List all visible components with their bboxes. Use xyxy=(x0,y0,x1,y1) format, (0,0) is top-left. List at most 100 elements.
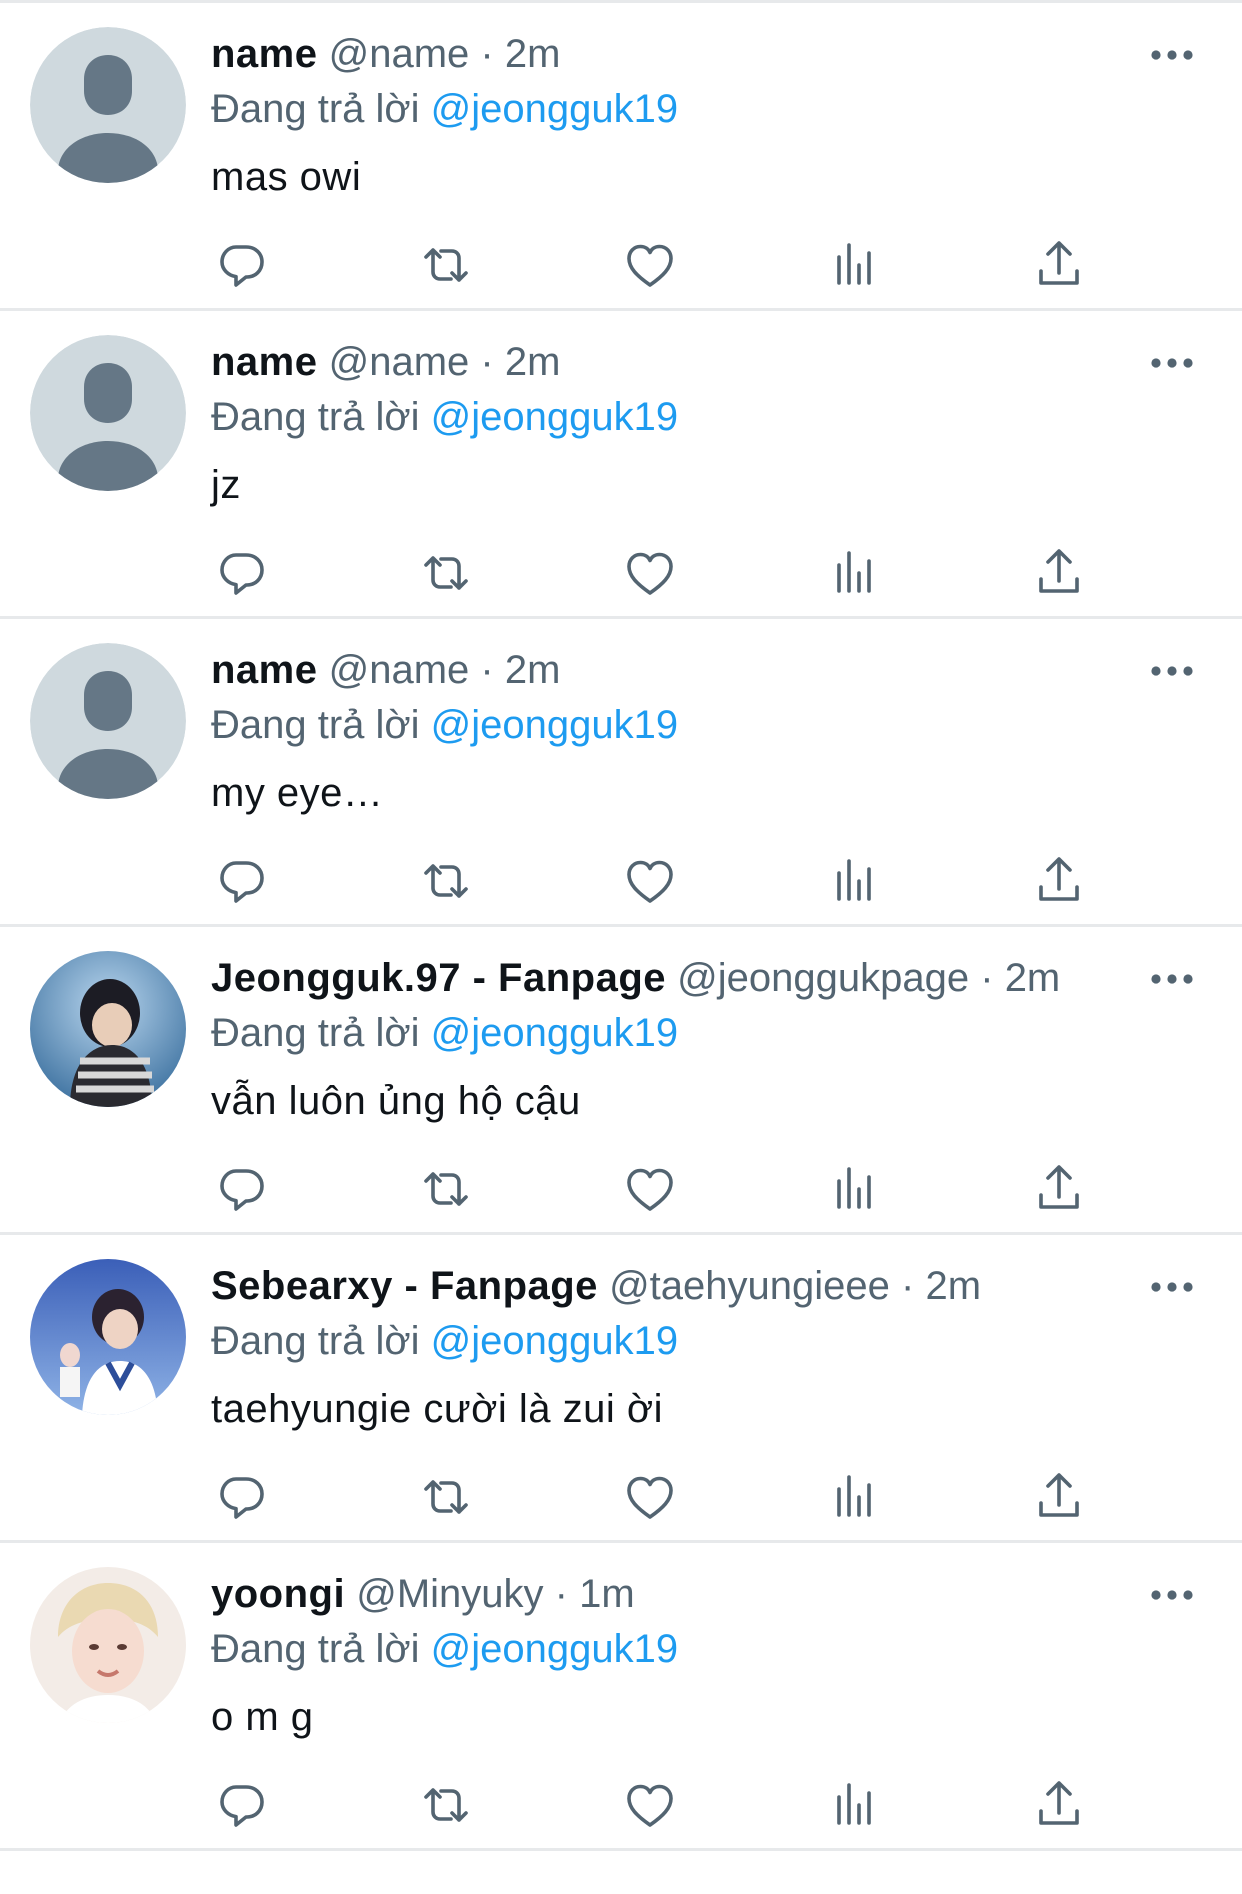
tweet[interactable]: name @name · 2m Đang trả lời @jeongguk19… xyxy=(0,311,1242,619)
avatar[interactable] xyxy=(30,951,186,1107)
heart-icon[interactable] xyxy=(620,1775,680,1835)
separator: · xyxy=(901,1264,915,1308)
reply-icon[interactable] xyxy=(211,1159,271,1219)
views-icon[interactable] xyxy=(825,1775,885,1835)
more-icon[interactable] xyxy=(1142,1267,1202,1307)
tweet[interactable]: name @name · 2m Đang trả lời @jeongguk19… xyxy=(0,3,1242,311)
replying-to-label: Đang trả lời xyxy=(211,395,420,439)
tweet-header: name @name · 2m xyxy=(211,27,1122,81)
mention-link[interactable]: @jeongguk19 xyxy=(431,1627,678,1671)
action-bar xyxy=(211,543,1091,603)
mention-link[interactable]: @jeongguk19 xyxy=(431,1319,678,1363)
replying-to-label: Đang trả lời xyxy=(211,1011,420,1055)
tweet-header: Sebearxy - Fanpage @taehyungieee · 2m xyxy=(211,1259,1122,1313)
share-icon[interactable] xyxy=(1029,235,1089,295)
share-icon[interactable] xyxy=(1029,851,1089,911)
timestamp[interactable]: 2m xyxy=(505,648,561,692)
share-icon[interactable] xyxy=(1029,1159,1089,1219)
retweet-icon[interactable] xyxy=(416,851,476,911)
display-name[interactable]: name xyxy=(211,32,318,76)
handle[interactable]: @name xyxy=(329,32,470,76)
separator: · xyxy=(480,32,494,76)
mention-link[interactable]: @jeongguk19 xyxy=(431,87,678,131)
separator: · xyxy=(480,340,494,384)
heart-icon[interactable] xyxy=(620,1159,680,1219)
action-bar xyxy=(211,1775,1091,1835)
replying-to-label: Đang trả lời xyxy=(211,1319,420,1363)
tweet-text: mas owi xyxy=(211,155,362,199)
more-icon[interactable] xyxy=(1142,343,1202,383)
replying-to: Đang trả lời @jeongguk19 xyxy=(211,1623,678,1675)
views-icon[interactable] xyxy=(825,1467,885,1527)
mention-link[interactable]: @jeongguk19 xyxy=(431,395,678,439)
handle[interactable]: @name xyxy=(329,340,470,384)
avatar[interactable] xyxy=(30,27,186,183)
display-name[interactable]: name xyxy=(211,340,318,384)
retweet-icon[interactable] xyxy=(416,1775,476,1835)
replying-to: Đang trả lời @jeongguk19 xyxy=(211,699,678,751)
timestamp[interactable]: 2m xyxy=(505,32,561,76)
reply-icon[interactable] xyxy=(211,851,271,911)
display-name[interactable]: name xyxy=(211,648,318,692)
reply-icon[interactable] xyxy=(211,1467,271,1527)
views-icon[interactable] xyxy=(825,851,885,911)
separator: · xyxy=(554,1572,568,1616)
handle[interactable]: @jeonggukpage xyxy=(677,956,969,1000)
more-icon[interactable] xyxy=(1142,35,1202,75)
views-icon[interactable] xyxy=(825,543,885,603)
avatar[interactable] xyxy=(30,335,186,491)
handle[interactable]: @taehyungieee xyxy=(609,1264,890,1308)
reply-feed: name @name · 2m Đang trả lời @jeongguk19… xyxy=(0,0,1242,1851)
avatar[interactable] xyxy=(30,1259,186,1415)
avatar[interactable] xyxy=(30,1567,186,1723)
retweet-icon[interactable] xyxy=(416,235,476,295)
retweet-icon[interactable] xyxy=(416,1467,476,1527)
share-icon[interactable] xyxy=(1029,1467,1089,1527)
display-name[interactable]: Jeongguk.97 - Fanpage xyxy=(211,956,666,1000)
share-icon[interactable] xyxy=(1029,543,1089,603)
replying-to-label: Đang trả lời xyxy=(211,703,420,747)
display-name[interactable]: yoongi xyxy=(211,1572,345,1616)
tweet-header: yoongi @Minyuky · 1m xyxy=(211,1567,1122,1621)
avatar[interactable] xyxy=(30,643,186,799)
heart-icon[interactable] xyxy=(620,851,680,911)
tweet-text: vẫn luôn ủng hộ cậu xyxy=(211,1079,581,1123)
timestamp[interactable]: 2m xyxy=(1005,956,1061,1000)
separator: · xyxy=(480,648,494,692)
retweet-icon[interactable] xyxy=(416,543,476,603)
tweet[interactable]: name @name · 2m Đang trả lời @jeongguk19… xyxy=(0,619,1242,927)
timestamp[interactable]: 1m xyxy=(579,1572,635,1616)
reply-icon[interactable] xyxy=(211,235,271,295)
tweet-text: jz xyxy=(211,463,241,507)
views-icon[interactable] xyxy=(825,1159,885,1219)
display-name[interactable]: Sebearxy - Fanpage xyxy=(211,1264,598,1308)
tweet[interactable]: yoongi @Minyuky · 1m Đang trả lời @jeong… xyxy=(0,1543,1242,1851)
replying-to: Đang trả lời @jeongguk19 xyxy=(211,83,678,135)
timestamp[interactable]: 2m xyxy=(505,340,561,384)
reply-icon[interactable] xyxy=(211,543,271,603)
mention-link[interactable]: @jeongguk19 xyxy=(431,1011,678,1055)
handle[interactable]: @name xyxy=(329,648,470,692)
tweet-header: name @name · 2m xyxy=(211,643,1122,697)
heart-icon[interactable] xyxy=(620,1467,680,1527)
handle[interactable]: @Minyuky xyxy=(356,1572,543,1616)
tweet[interactable]: Jeongguk.97 - Fanpage @jeonggukpage · 2m… xyxy=(0,927,1242,1235)
heart-icon[interactable] xyxy=(620,543,680,603)
more-icon[interactable] xyxy=(1142,959,1202,999)
share-icon[interactable] xyxy=(1029,1775,1089,1835)
replying-to: Đang trả lời @jeongguk19 xyxy=(211,1315,678,1367)
replying-to: Đang trả lời @jeongguk19 xyxy=(211,1007,678,1059)
retweet-icon[interactable] xyxy=(416,1159,476,1219)
views-icon[interactable] xyxy=(825,235,885,295)
separator: · xyxy=(980,956,994,1000)
more-icon[interactable] xyxy=(1142,1575,1202,1615)
heart-icon[interactable] xyxy=(620,235,680,295)
timestamp[interactable]: 2m xyxy=(925,1264,981,1308)
tweet[interactable]: Sebearxy - Fanpage @taehyungieee · 2m Đa… xyxy=(0,1235,1242,1543)
replying-to-label: Đang trả lời xyxy=(211,87,420,131)
tweet-text: o m g xyxy=(211,1695,314,1739)
action-bar xyxy=(211,235,1091,295)
mention-link[interactable]: @jeongguk19 xyxy=(431,703,678,747)
reply-icon[interactable] xyxy=(211,1775,271,1835)
more-icon[interactable] xyxy=(1142,651,1202,691)
